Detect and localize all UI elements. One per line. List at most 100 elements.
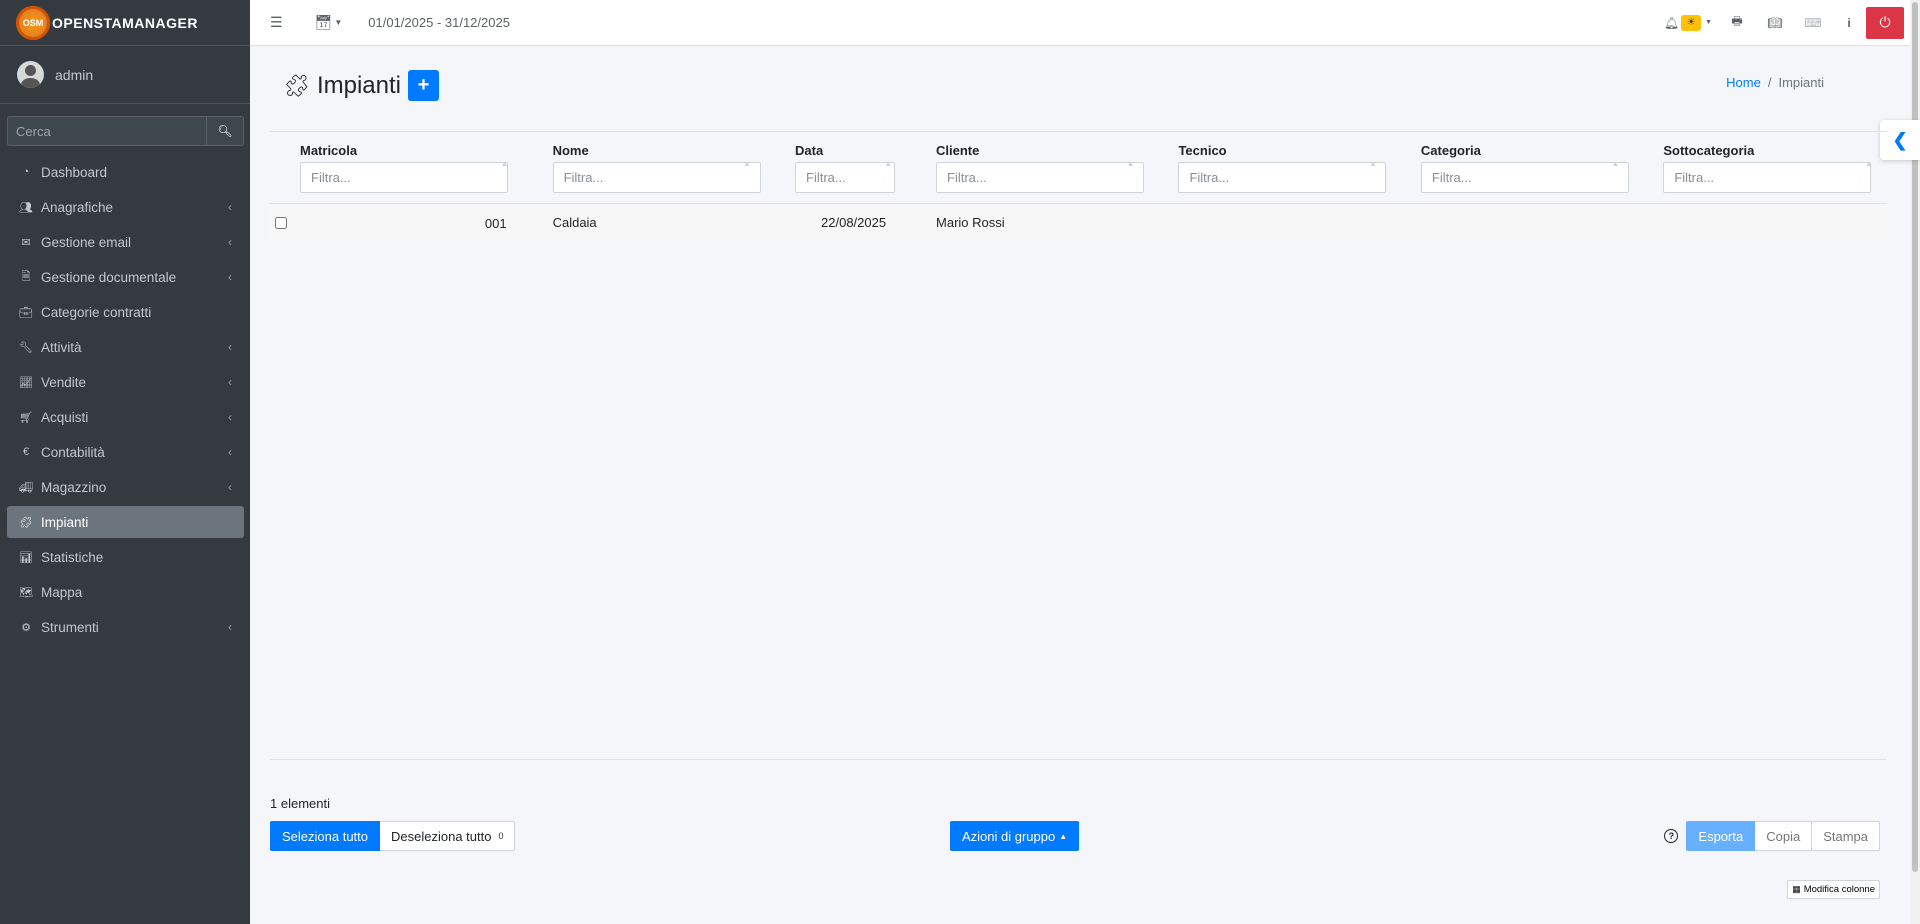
column-title: Categoria <box>1420 143 1481 158</box>
help-icon[interactable]: ? <box>1664 829 1679 843</box>
user-panel[interactable]: admin <box>0 46 250 104</box>
filter-data-input[interactable] <box>795 162 896 193</box>
cell-matricola: 001 <box>484 215 507 231</box>
sidebar-search-input[interactable] <box>7 116 206 146</box>
line-chart-icon: 📈︎ <box>19 376 33 389</box>
sidebar-item-statistiche[interactable]: 📊︎ Statistiche <box>7 541 244 573</box>
export-button[interactable]: Esporta <box>1686 821 1756 851</box>
sort-icon[interactable]: ▲ <box>1865 159 1873 168</box>
sidebar-item-contabilita[interactable]: €︎ Contabilità ‹ <box>7 436 244 468</box>
column-header-data[interactable]: Data ▲ <box>765 132 907 204</box>
copy-button[interactable]: Copia <box>1755 821 1813 851</box>
brand-logo: OSM <box>16 5 50 40</box>
sort-icon[interactable]: ▲ <box>743 159 751 168</box>
calendar-dropdown-button[interactable]: 📅︎ ▼ <box>315 14 343 31</box>
keyboard-button[interactable]: ⌨ <box>1794 0 1832 45</box>
cog-icon: ⚙︎ <box>21 621 31 634</box>
keyboard-icon: ⌨ <box>1804 15 1822 30</box>
topbar-right: 🔔︎ ☀ ▼ 🖶︎ 📖︎ ⌨ i ⏻ <box>1658 0 1910 45</box>
column-header-categoria[interactable]: Categoria ▲ <box>1390 132 1634 204</box>
sidebar-item-attivita[interactable]: 🔧︎ Attività ‹ <box>7 331 244 363</box>
info-button[interactable]: i <box>1832 0 1866 45</box>
table-body: 001 Caldaia 22/08/2025 Mario Rossi <box>270 203 1887 241</box>
print-icon: 🖶︎ <box>1731 14 1743 28</box>
bulk-actions-button[interactable]: Azioni di gruppo ▲ <box>950 821 1080 851</box>
sort-icon[interactable]: ▲ <box>1127 159 1135 168</box>
breadcrumb-home[interactable]: Home <box>1726 75 1761 90</box>
select-all-button[interactable]: Seleziona tutto <box>270 821 381 851</box>
filter-nome-input[interactable] <box>552 162 761 193</box>
notifications-button[interactable]: 🔔︎ ☀ ▼ <box>1658 0 1718 45</box>
sidebar-item-categorie-contratti[interactable]: 💼︎ Categorie contratti <box>7 296 244 328</box>
chevron-left-icon: ‹ <box>228 235 232 249</box>
row-checkbox[interactable] <box>275 216 287 229</box>
print-button[interactable]: 🖶︎ <box>1718 0 1756 45</box>
breadcrumb-separator: / <box>1767 75 1772 90</box>
sidebar-item-label: Magazzino <box>41 479 107 495</box>
filter-sottocategoria-input[interactable] <box>1663 162 1872 193</box>
sidebar-item-anagrafiche[interactable]: 👥︎ Anagrafiche ‹ <box>7 191 244 223</box>
filter-matricola-input[interactable] <box>300 162 508 193</box>
column-header-sottocategoria[interactable]: Sottocategoria ▲ <box>1633 132 1887 204</box>
menu-toggle-button[interactable]: ☰ <box>270 14 283 31</box>
column-title: Tecnico <box>1178 143 1227 158</box>
sort-icon[interactable]: ▲ <box>884 159 892 168</box>
sidebar-item-dashboard[interactable]: ◔︎ Dashboard <box>7 156 244 188</box>
chevron-left-icon: ❮ <box>1892 129 1908 150</box>
power-icon: ⏻ <box>1879 14 1891 30</box>
sidebar-item-strumenti[interactable]: ⚙︎ Strumenti ‹ <box>7 611 244 643</box>
book-icon: 📖︎ <box>1767 15 1783 30</box>
filter-cliente-input[interactable] <box>936 162 1145 193</box>
logout-button[interactable]: ⏻ <box>1866 6 1904 39</box>
sort-icon[interactable]: ▲ <box>501 159 509 168</box>
sidebar-item-acquisti[interactable]: 🛒︎ Acquisti ‹ <box>7 401 244 433</box>
sidebar-item-gestione-email[interactable]: ✉︎ Gestione email ‹ <box>7 226 244 258</box>
brand[interactable]: OSM OPENSTAMANAGER <box>0 0 250 46</box>
filter-tecnico-input[interactable] <box>1178 162 1387 193</box>
avatar[interactable] <box>17 61 44 88</box>
sidebar-item-gestione-documentale[interactable]: 🗎︎ Gestione documentale ‹ <box>7 261 244 293</box>
date-range[interactable]: 01/01/2025 - 31/12/2025 <box>368 15 510 30</box>
search-icon: 🔍︎ <box>217 124 233 138</box>
puzzle-icon: 🧩︎ <box>19 516 33 529</box>
sidebar-item-label: Attività <box>41 339 82 355</box>
info-icon: i <box>1847 15 1851 30</box>
table-header-row: Matricola▲Nome▲Data▲Cliente▲Tecnico▲Cate… <box>270 132 1887 204</box>
sidebar-item-label: Gestione email <box>41 234 132 250</box>
chevron-left-icon: ‹ <box>228 620 232 634</box>
selection-buttons: Seleziona tutto Deseleziona tutto 0 <box>270 821 516 851</box>
plus-icon: + <box>417 74 430 96</box>
deselect-all-label: Deseleziona tutto <box>391 828 492 844</box>
sidebar-item-vendite[interactable]: 📈︎ Vendite ‹ <box>7 366 244 398</box>
cell-nome: Caldaia <box>522 203 766 241</box>
deselect-all-button[interactable]: Deseleziona tutto 0 <box>380 821 516 851</box>
user-name[interactable]: admin <box>55 67 93 83</box>
data-table-container: Matricola▲Nome▲Data▲Cliente▲Tecnico▲Cate… <box>270 131 1887 760</box>
sidebar-item-impianti[interactable]: 🧩︎ Impianti <box>7 506 244 538</box>
bars-icon: ☰ <box>270 14 283 30</box>
print-table-button[interactable]: Stampa <box>1812 821 1880 851</box>
sidebar-item-label: Anagrafiche <box>41 199 114 215</box>
filter-categoria-input[interactable] <box>1420 162 1629 193</box>
sidebar-item-magazzino[interactable]: 🚚︎ Magazzino ‹ <box>7 471 244 503</box>
column-header-nome[interactable]: Nome ▲ <box>522 132 766 204</box>
chevron-left-icon: ‹ <box>228 375 232 389</box>
puzzle-icon: 🧩︎ <box>283 72 311 98</box>
sidebar-search-button[interactable]: 🔍︎ <box>206 116 244 146</box>
tachometer-icon: ◔︎ <box>22 166 30 178</box>
edit-columns-button[interactable]: ▦ Modifica colonne <box>1787 880 1880 899</box>
book-button[interactable]: 📖︎ <box>1756 0 1794 45</box>
column-header-matricola[interactable]: Matricola ▲ <box>270 132 523 204</box>
sidebar-item-mappa[interactable]: 🗺︎ Mappa <box>7 576 244 608</box>
column-title: Data <box>795 143 824 158</box>
table-row[interactable]: 001 Caldaia 22/08/2025 Mario Rossi <box>270 203 1887 241</box>
sidebar-nav: ◔︎ Dashboard 👥︎ Anagrafiche ‹ ✉︎ Gestione emai… <box>0 156 250 643</box>
column-header-tecnico[interactable]: Tecnico ▲ <box>1148 132 1391 204</box>
add-button[interactable]: + <box>407 70 439 101</box>
sort-icon[interactable]: ▲ <box>1369 159 1377 168</box>
column-header-cliente[interactable]: Cliente ▲ <box>906 132 1149 204</box>
sidebar-item-label: Statistiche <box>41 549 104 565</box>
caret-down-icon: ▼ <box>1705 19 1713 26</box>
main-content: 🧩︎ Impianti + Home / Impianti ❮ Matricola ▲… <box>250 46 1920 924</box>
sort-icon[interactable]: ▲ <box>1611 159 1619 168</box>
